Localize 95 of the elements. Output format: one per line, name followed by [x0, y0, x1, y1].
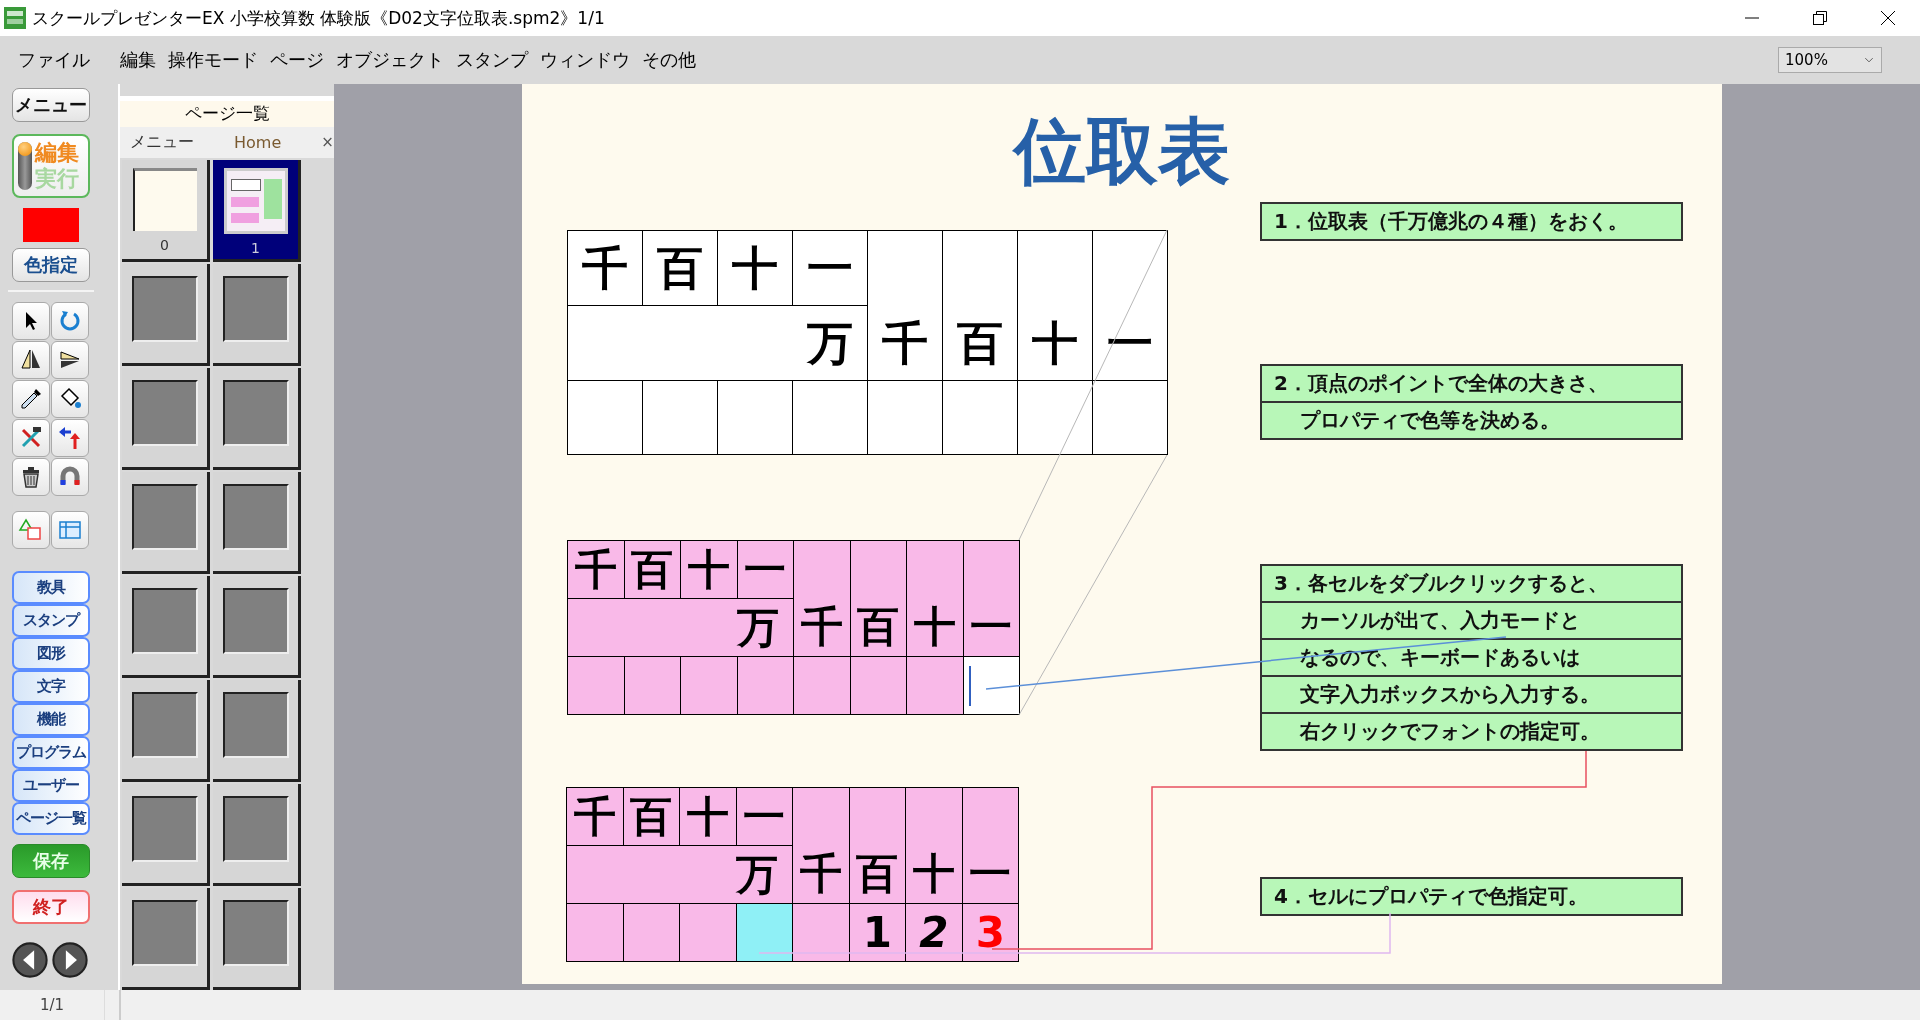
color-button[interactable]: 色指定 — [12, 248, 90, 282]
table-cell[interactable]: 百 — [623, 788, 679, 845]
menu-item[interactable]: オブジェクト — [336, 48, 444, 72]
table-cell[interactable]: 2 — [906, 904, 962, 961]
menu-item[interactable]: 操作モード — [168, 48, 258, 72]
table-cell[interactable]: 百 — [624, 541, 680, 598]
page-number: 0 — [160, 237, 169, 253]
table-cell[interactable] — [943, 381, 1017, 454]
table-cell[interactable] — [624, 657, 680, 714]
table-cell[interactable] — [568, 657, 624, 714]
category-button[interactable]: 教具 — [12, 571, 90, 604]
page-counter: 1/1 — [39, 996, 65, 1014]
mode-label: 編集 — [35, 140, 79, 166]
table-cell[interactable]: 一 — [962, 788, 1018, 903]
table-cell[interactable]: 十 — [1018, 231, 1092, 380]
panel-tab[interactable]: Home — [234, 132, 282, 152]
table-cell[interactable]: 万 — [568, 599, 793, 656]
menu-item[interactable]: ページ — [270, 48, 324, 72]
restore-icon[interactable] — [1812, 10, 1828, 26]
menu-item[interactable]: ウィンドウ — [540, 48, 630, 72]
close-tab-button[interactable]: × — [321, 133, 334, 152]
panel-tab[interactable]: メニュー — [130, 131, 194, 153]
menu-button[interactable]: メニュー — [12, 88, 90, 122]
close-icon[interactable] — [1880, 10, 1896, 26]
menu-item[interactable]: 編集 — [120, 48, 156, 72]
slide-title: 位取表 — [1011, 108, 1231, 195]
table-cell[interactable] — [793, 381, 867, 454]
table-cell[interactable]: 万 — [568, 306, 867, 380]
table-cell[interactable]: 一 — [737, 541, 793, 598]
table-cell[interactable] — [737, 657, 793, 714]
category-button[interactable]: プログラム — [12, 736, 90, 769]
panel-title: ページ一覧 — [120, 96, 334, 127]
table-cell[interactable]: 千 — [793, 788, 849, 903]
category-button[interactable]: スタンプ — [12, 604, 90, 637]
previous-icon[interactable] — [12, 942, 48, 978]
table-cell[interactable] — [568, 381, 642, 454]
category-button[interactable]: ページ一覧 — [12, 802, 90, 835]
table-cell[interactable] — [1093, 381, 1167, 454]
page-thumbnail[interactable]: 0 — [122, 160, 210, 262]
table-cell[interactable]: 十 — [906, 788, 962, 903]
slide-preview — [223, 168, 288, 234]
table-cell[interactable]: 千 — [568, 231, 642, 305]
table-cell[interactable]: 十 — [718, 231, 792, 305]
shapes-icon[interactable] — [18, 517, 44, 543]
table-cell[interactable]: 百 — [850, 541, 906, 656]
table-cell[interactable]: 一 — [963, 541, 1019, 656]
table-cell[interactable]: 十 — [680, 788, 736, 845]
window-title: スクールプレゼンターEX 小学校算数 体験版《D02文字位取表.spm2》1/1 — [32, 6, 606, 30]
highlighted-cell[interactable] — [736, 904, 792, 961]
table-cell[interactable]: 百 — [943, 231, 1017, 380]
category-button[interactable]: 機能 — [12, 703, 90, 736]
table-cell[interactable] — [1018, 381, 1092, 454]
page-number: 1 — [251, 240, 260, 256]
menu-item[interactable]: スタンプ — [456, 48, 528, 72]
menu-item[interactable]: ファイル — [18, 48, 90, 72]
editing-cell[interactable] — [963, 657, 1019, 714]
table-cell[interactable]: 十 — [681, 541, 737, 598]
table-cell[interactable] — [567, 904, 623, 961]
table-cell[interactable] — [868, 381, 942, 454]
table-cell[interactable] — [793, 904, 849, 961]
table-cell[interactable]: 百 — [643, 231, 717, 305]
table-cell[interactable]: 千 — [868, 231, 942, 380]
color-swatch[interactable] — [23, 208, 79, 242]
next-icon[interactable] — [52, 942, 88, 978]
swap-arrows-icon[interactable] — [57, 425, 83, 451]
text-cursor — [968, 665, 971, 706]
table-cell[interactable]: 千 — [568, 541, 624, 598]
table-cell[interactable] — [794, 657, 850, 714]
table-cell[interactable] — [623, 904, 679, 961]
table-cell[interactable]: 1 — [849, 904, 905, 961]
table-cell[interactable]: 百 — [849, 788, 905, 903]
table-cell[interactable]: 十 — [907, 541, 963, 656]
table-cell[interactable]: 一 — [1093, 231, 1167, 380]
table-cell[interactable] — [643, 381, 717, 454]
menu-item[interactable]: その他 — [642, 48, 696, 72]
category-button[interactable]: 図形 — [12, 637, 90, 670]
table-cell[interactable]: 千 — [794, 541, 850, 656]
app-icon — [4, 7, 26, 29]
page-thumbnail[interactable]: 1 — [213, 160, 301, 262]
eyedropper-icon[interactable] — [18, 386, 44, 412]
exit-button[interactable]: 終了 — [12, 890, 90, 924]
category-button[interactable]: 文字 — [12, 670, 90, 703]
table-cell[interactable] — [850, 657, 906, 714]
zoom-dropdown[interactable]: 100% — [1778, 47, 1882, 73]
table-cell[interactable] — [907, 657, 963, 714]
table-cell[interactable] — [680, 904, 736, 961]
table-cell[interactable] — [681, 657, 737, 714]
blank-slide-preview — [132, 168, 197, 231]
table-cell[interactable]: 一 — [736, 788, 792, 845]
mode-label: 実行 — [35, 166, 79, 192]
table-cell[interactable]: 一 — [793, 231, 867, 305]
category-button[interactable]: ユーザー — [12, 769, 90, 802]
table-cell[interactable]: 千 — [567, 788, 623, 845]
table-cell[interactable]: 万 — [567, 846, 792, 903]
table-cell[interactable] — [718, 381, 792, 454]
